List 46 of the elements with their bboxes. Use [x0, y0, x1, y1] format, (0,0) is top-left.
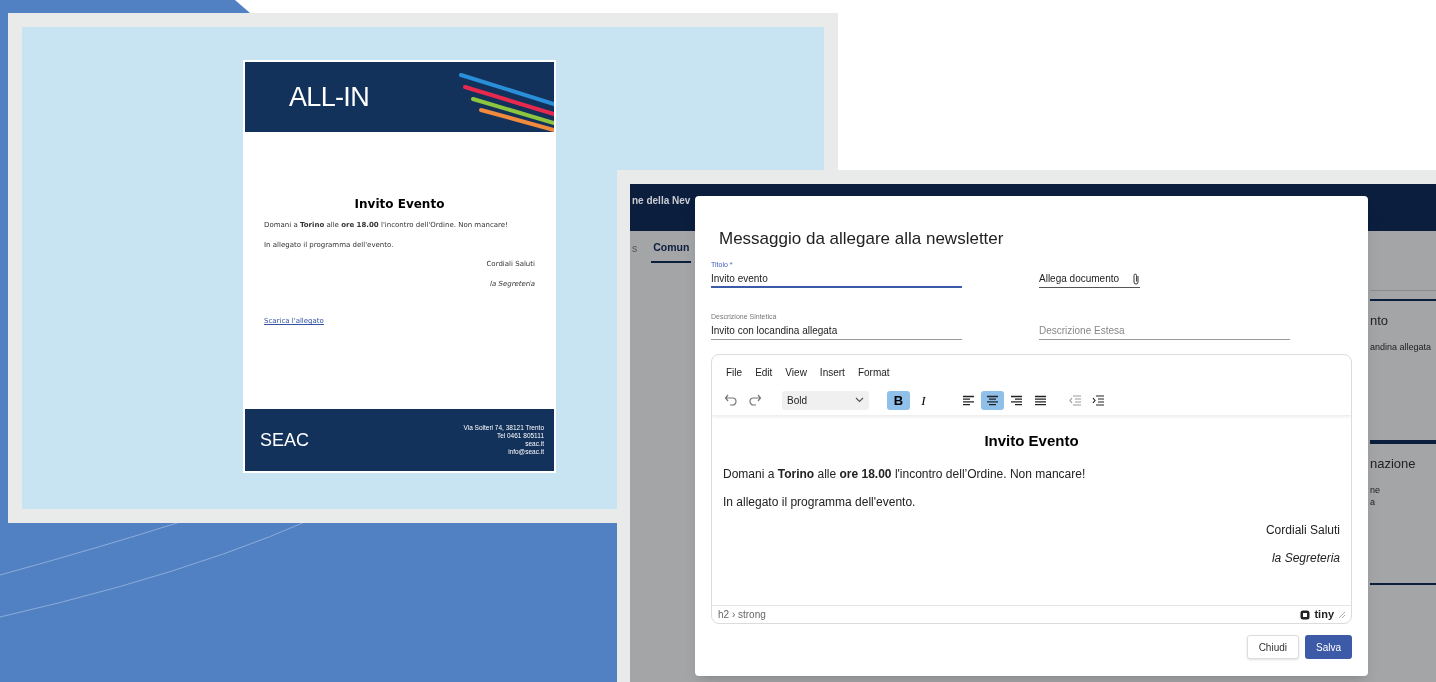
paperclip-icon [1132, 272, 1140, 285]
content-closing: Cordiali Saluti [1264, 521, 1340, 539]
align-center-icon [986, 394, 999, 406]
tiny-brand: tiny [1314, 607, 1334, 623]
content-paragraph: Domani a Torino alle ore 18.00 l'incontro dell’Ordine. Non mancare! [723, 465, 1087, 483]
align-left-icon [962, 394, 975, 406]
editor-content[interactable]: Invito Evento Domani a Torino alle ore 18.00 l'incontro dell’Ordine. Non mancare! In allegato il programma dell'evento. Cordiali Saluti la Segreteria [712, 415, 1351, 605]
menu-item[interactable]: File [726, 364, 743, 380]
content-paragraph: In allegato il programma dell'evento. [723, 493, 917, 511]
menu-item[interactable]: Edit [755, 364, 773, 380]
brand-logo: ALL-IN [289, 80, 369, 114]
close-button[interactable]: Chiudi [1246, 635, 1299, 659]
menu-item[interactable]: Insert [819, 364, 845, 380]
indent-icon[interactable] [1092, 394, 1105, 406]
card-text: a [1370, 495, 1376, 508]
chevron-down-icon [855, 397, 864, 403]
undo-icon[interactable] [724, 393, 738, 407]
text-field[interactable]: Descrizione Estesa [1039, 322, 1290, 340]
redo-icon[interactable] [748, 393, 762, 407]
menu-item[interactable]: View [785, 364, 807, 380]
save-button[interactable]: Salva [1305, 635, 1352, 659]
attach-field[interactable]: Allega documento [1039, 270, 1140, 288]
card-title: nto [1370, 312, 1390, 330]
menu-item[interactable]: Format [857, 364, 890, 380]
text-field[interactable]: Invito con locandina allegata [711, 322, 962, 340]
content-signature: la Segreteria [1270, 549, 1340, 567]
tiny-logo-icon [1300, 609, 1311, 620]
align-button[interactable] [981, 390, 1004, 410]
content-heading: Invito Evento [983, 431, 1080, 451]
card-text: andina allegata [1370, 340, 1433, 353]
app-tab[interactable]: Comun [651, 235, 692, 263]
app-title: ne della Nev [632, 194, 691, 208]
footer-logo: SEAC [260, 428, 310, 452]
card-title: nazione [1370, 455, 1417, 473]
attach-label: Allega documento [1039, 272, 1120, 286]
italic-toggle[interactable]: I [912, 390, 935, 410]
block-format-select[interactable]: Bold [782, 390, 869, 410]
element-path: h2 › strong [718, 608, 766, 622]
align-right-icon [1010, 394, 1023, 406]
card-text: ne [1370, 483, 1381, 496]
dialog-title: Messaggio da allegare alla newsletter [718, 228, 1005, 250]
email-heading: Invito Evento [353, 196, 446, 213]
resize-handle-icon[interactable] [1338, 611, 1345, 618]
strong-toggle[interactable]: B [887, 390, 910, 410]
text-field[interactable]: Invito evento [711, 270, 962, 288]
align-justify-icon [1034, 394, 1047, 406]
